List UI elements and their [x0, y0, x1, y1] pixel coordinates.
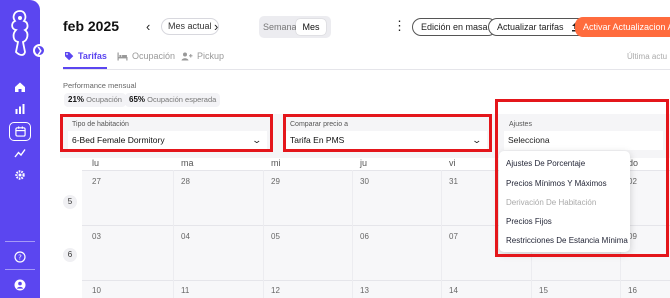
bar-chart-icon: [15, 104, 25, 114]
expected-occupancy-label: Ocupación esperada: [147, 95, 217, 104]
page-title: feb 2025: [63, 18, 120, 34]
last-update-text: Última actu: [627, 52, 668, 61]
activate-auto-update-button[interactable]: Activar Actualizacion Auto: [575, 17, 670, 37]
current-month-button[interactable]: Mes actual: [161, 18, 219, 35]
calendar-day[interactable]: 04: [181, 232, 190, 241]
svg-text:?: ?: [18, 254, 22, 262]
prev-month-button[interactable]: ‹: [146, 19, 150, 34]
calendar-day[interactable]: 16: [628, 286, 637, 295]
week-number: 5: [63, 195, 77, 209]
week-number: 6: [63, 248, 77, 262]
calendar-divider: [441, 170, 442, 298]
more-options-button[interactable]: ⋮: [393, 19, 406, 33]
chevron-right-icon: ›: [214, 19, 219, 34]
weekday-header: ma: [181, 158, 194, 168]
sidebar-item-home[interactable]: [0, 76, 40, 98]
sidebar: ?: [0, 0, 40, 298]
occupancy-badge: 21% Ocupación: [64, 93, 126, 107]
user-plus-icon: [181, 52, 193, 60]
tag-icon: [65, 52, 74, 61]
home-icon: [15, 82, 25, 92]
view-month-button[interactable]: Mes: [296, 19, 326, 35]
sidebar-item-help[interactable]: ?: [0, 251, 40, 263]
expected-occupancy-value: 65%: [129, 95, 146, 104]
calendar-day[interactable]: 07: [449, 232, 458, 241]
calendar-day[interactable]: 06: [360, 232, 369, 241]
tab-divider: [63, 69, 670, 70]
chevron-left-icon: ‹: [146, 19, 151, 34]
calendar-day[interactable]: 27: [92, 177, 101, 186]
calendar-divider: [352, 170, 353, 298]
weekday-header: mi: [271, 158, 281, 168]
highlight-room-type: [60, 114, 273, 152]
sidebar-divider: [5, 241, 35, 242]
calendar-day[interactable]: 31: [449, 177, 458, 186]
calendar-day[interactable]: 30: [360, 177, 369, 186]
calendar-day[interactable]: 15: [539, 286, 548, 295]
logo-icon: [11, 10, 29, 56]
view-toggle: Semana Mes: [259, 16, 331, 38]
kebab-menu-icon: ⋮: [393, 18, 406, 33]
highlight-settings: [495, 99, 669, 257]
calendar-day[interactable]: 10: [92, 286, 101, 295]
tab-pickup[interactable]: Pickup: [181, 51, 224, 61]
bulk-edit-button[interactable]: Edición en masa: [412, 18, 497, 36]
view-week-button[interactable]: Semana: [263, 19, 297, 35]
update-rates-button[interactable]: Actualizar tarifas: [488, 18, 587, 36]
sidebar-item-analytics[interactable]: [0, 98, 40, 120]
calendar-divider: [82, 280, 670, 281]
tab-label: Tarifas: [78, 51, 107, 61]
calendar-day[interactable]: 05: [271, 232, 280, 241]
user-icon: [14, 279, 26, 291]
calendar-day[interactable]: 11: [181, 286, 189, 295]
calendar-icon: [14, 125, 26, 137]
bed-icon: [117, 52, 128, 60]
calendar-day[interactable]: 29: [271, 177, 280, 186]
tab-tarifas[interactable]: Tarifas: [64, 51, 107, 61]
tab-label: Pickup: [197, 51, 225, 61]
help-icon: ?: [14, 251, 26, 263]
calendar-divider: [263, 170, 264, 298]
trend-icon: [14, 149, 26, 158]
weekday-header: lu: [92, 158, 100, 168]
calendar-day[interactable]: 13: [360, 286, 369, 295]
calendar-day[interactable]: 12: [271, 286, 280, 295]
calendar-day[interactable]: 14: [449, 286, 458, 295]
occupancy-value: 21%: [68, 95, 85, 104]
sidebar-item-calendar[interactable]: [0, 120, 40, 142]
update-rates-label: Actualizar tarifas: [497, 22, 564, 32]
calendar-day[interactable]: 28: [181, 177, 190, 186]
chevron-right-icon: ❯: [36, 46, 43, 55]
occupancy-label: Ocupación: [86, 95, 122, 104]
weekday-header: ju: [360, 158, 368, 168]
calendar-day[interactable]: 03: [92, 232, 101, 241]
next-month-button[interactable]: ›: [214, 19, 218, 34]
expected-occupancy-badge: 65% Ocupación esperada: [125, 93, 221, 107]
settings-icon: [15, 170, 25, 180]
weekday-header: vi: [449, 158, 456, 168]
tab-label: Ocupación: [132, 51, 176, 61]
sidebar-item-trends[interactable]: [0, 142, 40, 164]
sidebar-item-profile[interactable]: [0, 279, 40, 291]
performance-label: Performance mensual: [63, 81, 137, 90]
highlight-compare-price: [283, 114, 492, 152]
sidebar-item-settings[interactable]: [0, 164, 40, 186]
sidebar-collapse-button[interactable]: ❯: [33, 44, 46, 57]
calendar-divider: [173, 170, 174, 298]
sidebar-divider: [5, 269, 35, 270]
tab-ocupacion[interactable]: Ocupación: [117, 51, 175, 61]
